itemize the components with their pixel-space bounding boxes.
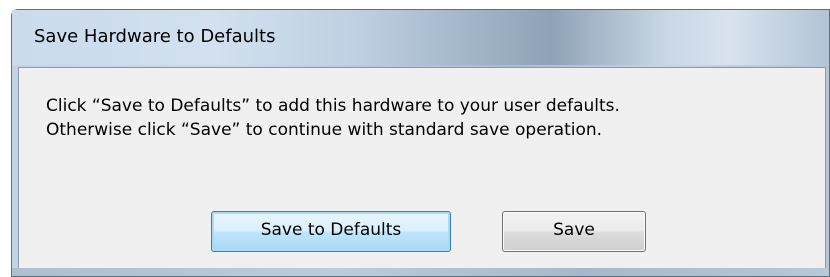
save-to-defaults-button[interactable]: Save to Defaults [211, 211, 451, 252]
save-button[interactable]: Save [502, 211, 646, 252]
dialog-window: Save Hardware to Defaults Click “Save to… [11, 9, 830, 277]
dialog-content: Click “Save to Defaults” to add this har… [18, 67, 826, 269]
dialog-title: Save Hardware to Defaults [34, 26, 276, 47]
title-bar[interactable]: Save Hardware to Defaults [12, 10, 829, 65]
dialog-message: Click “Save to Defaults” to add this har… [46, 94, 620, 142]
message-line-1: Click “Save to Defaults” to add this har… [46, 96, 620, 116]
message-line-2: Otherwise click “Save” to continue with … [46, 120, 603, 140]
